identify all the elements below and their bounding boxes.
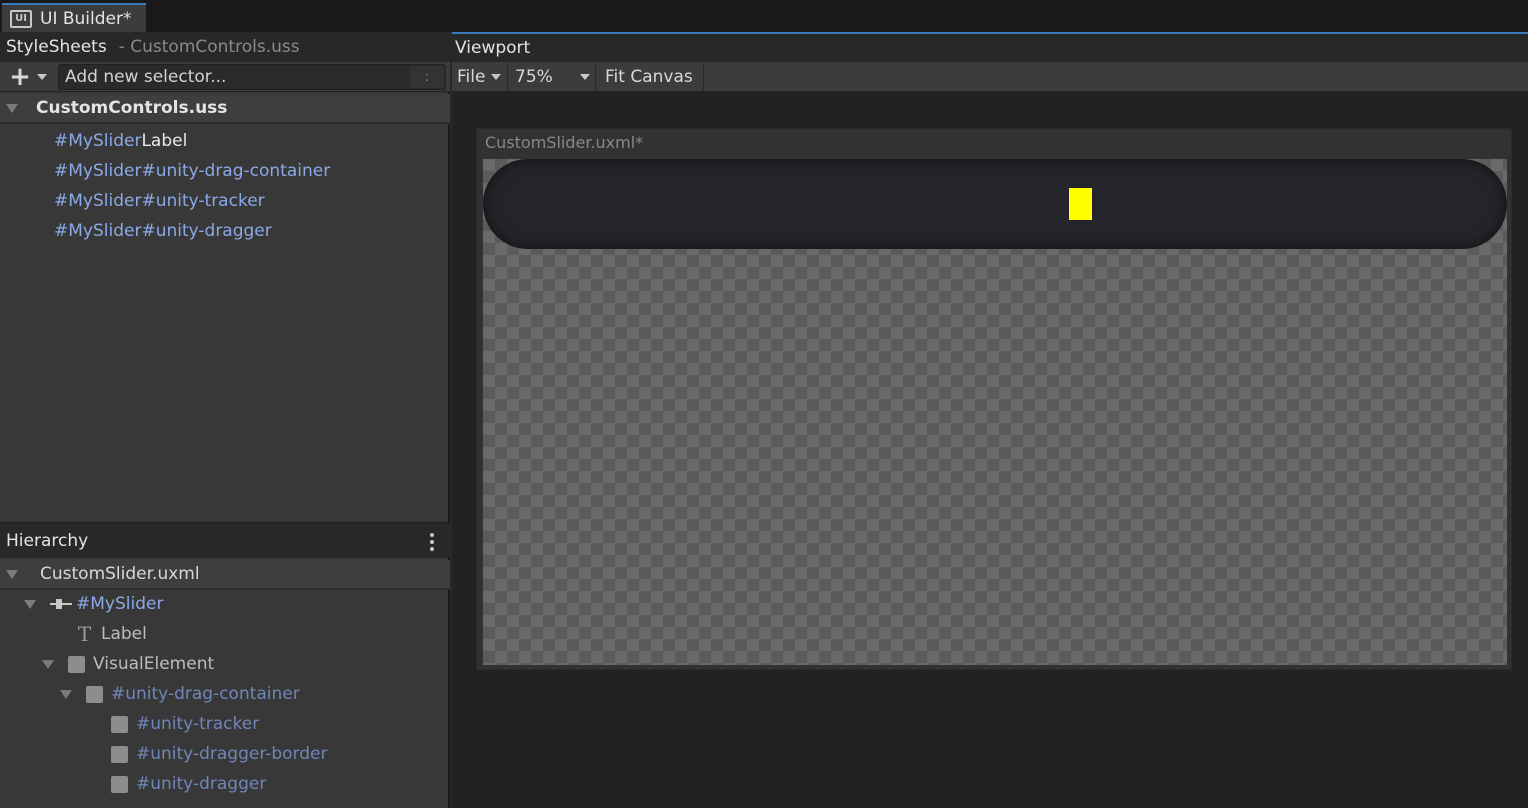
visual-element-icon	[86, 685, 103, 703]
fit-canvas-button[interactable]: Fit Canvas	[600, 63, 704, 91]
expand-triangle-icon[interactable]	[42, 659, 54, 669]
window-tab-bar: UI UI Builder*	[0, 0, 1528, 32]
tab-title: UI Builder*	[40, 8, 132, 29]
selector-prefix: #MySlider	[54, 191, 142, 211]
hierarchy-item-visualelement[interactable]: VisualElement	[42, 649, 214, 679]
viewport-toolbar: File 75% Fit Canvas	[452, 62, 1528, 92]
hierarchy-item-label: #unity-dragger-border	[136, 744, 328, 764]
hierarchy-file-row[interactable]: CustomSlider.uxml	[0, 560, 450, 590]
file-menu-label: File	[457, 67, 486, 87]
selector-suffix: Label	[141, 131, 188, 151]
hierarchy-item-label: Label	[101, 624, 147, 644]
visual-element-icon	[111, 745, 128, 763]
hierarchy-title: Hierarchy	[6, 530, 89, 551]
visual-element-icon	[111, 775, 128, 793]
selector-item[interactable]: #MySlider Label	[54, 126, 187, 156]
stylesheets-header: StyleSheets - CustomControls.uss	[0, 32, 450, 62]
pseudo-class-button[interactable]: :	[410, 66, 444, 88]
selector-prefix: #MySlider	[54, 161, 142, 181]
hierarchy-item-dragger[interactable]: #unity-dragger	[111, 769, 266, 799]
zoom-value: 75%	[515, 67, 553, 87]
selector-prefix: #MySlider	[54, 131, 142, 151]
hierarchy-item-label: #unity-drag-container	[111, 684, 300, 704]
hierarchy-item-label: VisualElement	[93, 654, 215, 674]
chevron-down-icon	[491, 74, 502, 80]
slider-dragger[interactable]	[1069, 188, 1092, 220]
canvas-frame[interactable]: CustomSlider.uxml*	[476, 128, 1512, 670]
selector-item[interactable]: #MySlider #unity-drag-container	[54, 156, 330, 186]
hierarchy-file-label: CustomSlider.uxml	[40, 564, 200, 584]
fit-canvas-label: Fit Canvas	[605, 67, 693, 87]
hierarchy-item-label[interactable]: T Label	[76, 619, 147, 649]
viewport-pane: Viewport File 75% Fit Canvas CustomSlide…	[452, 32, 1528, 808]
chevron-down-icon	[36, 74, 47, 80]
left-pane: StyleSheets - CustomControls.uss + : Cus…	[0, 32, 450, 808]
expand-triangle-icon[interactable]	[24, 599, 36, 609]
stylesheets-title: StyleSheets	[6, 37, 107, 57]
stylesheets-subtitle: - CustomControls.uss	[118, 37, 300, 57]
hierarchy-header: Hierarchy	[0, 522, 450, 558]
plus-icon: +	[9, 62, 31, 92]
selector-suffix: #unity-drag-container	[141, 161, 331, 181]
stylesheet-file-label: CustomControls.uss	[36, 98, 228, 118]
hierarchy-item-label: #unity-dragger	[136, 774, 267, 794]
viewport-title: Viewport	[455, 38, 531, 58]
hierarchy-item-label: #MySlider	[76, 594, 164, 614]
text-icon: T	[77, 622, 92, 646]
expand-triangle-icon[interactable]	[6, 103, 18, 113]
zoom-dropdown[interactable]: 75%	[510, 63, 596, 91]
hierarchy-item-myslider[interactable]: #MySlider	[24, 589, 163, 619]
expand-triangle-icon[interactable]	[6, 569, 18, 579]
hierarchy-item-drag-container[interactable]: #unity-drag-container	[60, 679, 300, 709]
canvas[interactable]	[483, 159, 1507, 665]
more-options-icon[interactable]	[424, 533, 440, 551]
visual-element-icon	[111, 715, 128, 733]
selector-item[interactable]: #MySlider #unity-tracker	[54, 186, 265, 216]
file-menu-button[interactable]: File	[452, 63, 508, 91]
viewport-header: Viewport	[452, 34, 1528, 62]
expand-triangle-icon[interactable]	[60, 689, 72, 699]
hierarchy-item-dragger-border[interactable]: #unity-dragger-border	[111, 739, 327, 769]
stylesheet-file-row[interactable]: CustomControls.uss	[0, 94, 450, 124]
chevron-down-icon	[580, 74, 590, 80]
canvas-title: CustomSlider.uxml*	[485, 133, 644, 152]
selector-prefix: #MySlider	[54, 221, 142, 241]
selector-item[interactable]: #MySlider #unity-dragger	[54, 216, 272, 246]
ui-builder-tab[interactable]: UI UI Builder*	[2, 3, 146, 32]
selector-suffix: #unity-dragger	[141, 221, 272, 241]
add-stylesheet-button[interactable]: +	[2, 62, 54, 92]
stylesheets-toolbar: + :	[0, 62, 450, 92]
add-selector-input[interactable]	[58, 64, 446, 90]
slider-tracker[interactable]	[483, 159, 1507, 249]
selector-suffix: #unity-tracker	[141, 191, 265, 211]
visual-element-icon	[68, 655, 85, 673]
ui-builder-icon: UI	[10, 9, 32, 28]
hierarchy-item-tracker[interactable]: #unity-tracker	[111, 709, 259, 739]
hierarchy-item-label: #unity-tracker	[136, 714, 260, 734]
slider-icon	[50, 597, 72, 611]
